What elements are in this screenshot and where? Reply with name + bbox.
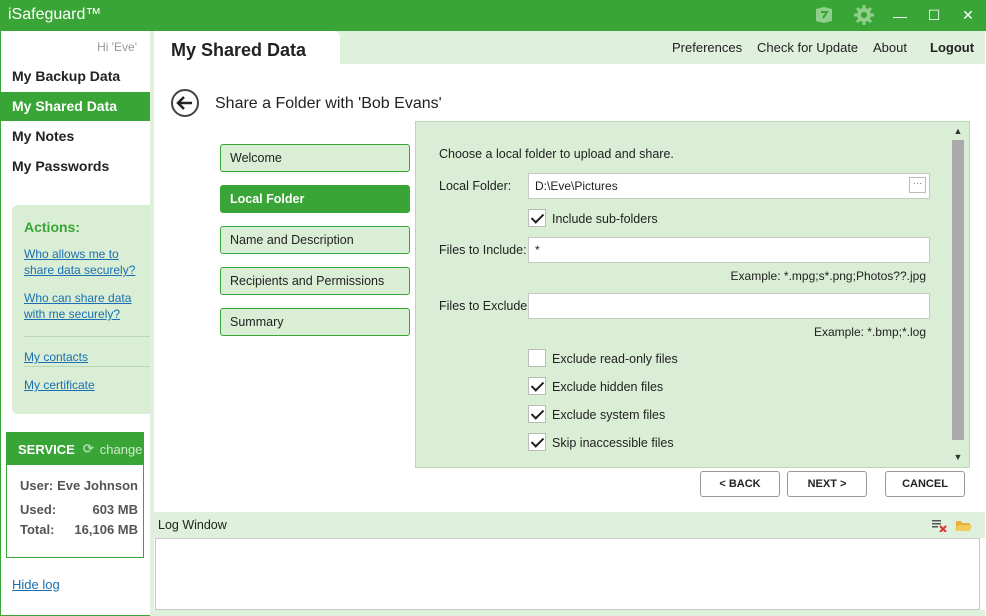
skip-inaccessible-label: Skip inaccessible files — [552, 436, 674, 450]
include-subfolders-checkbox[interactable] — [528, 209, 546, 227]
service-title: SERVICE — [18, 441, 75, 457]
service-total-label: Total: — [20, 522, 55, 537]
service-header: SERVICE ⟳ change — [7, 433, 143, 465]
service-change-link[interactable]: change — [100, 442, 143, 457]
actions-panel: Actions: Who allows me to share data sec… — [12, 205, 150, 414]
back-arrow-icon[interactable] — [171, 89, 199, 117]
minimize-button[interactable]: — — [883, 0, 917, 31]
tutorial-icon[interactable] — [812, 4, 836, 26]
log-header — [154, 512, 985, 538]
next-button[interactable]: NEXT > — [787, 471, 867, 497]
service-used-value: 603 MB — [92, 502, 138, 517]
nav-my-shared-data[interactable]: My Shared Data — [0, 92, 150, 121]
step-summary[interactable]: Summary — [220, 308, 410, 336]
log-title: Log Window — [158, 518, 227, 532]
service-used-row: Used: 603 MB — [20, 502, 138, 517]
service-panel: SERVICE ⟳ change User: Eve Johnson Used:… — [6, 432, 144, 558]
close-button[interactable]: ✕ — [951, 0, 985, 31]
include-subfolders-label: Include sub-folders — [552, 212, 658, 226]
wizard-intro: Choose a local folder to upload and shar… — [439, 147, 674, 161]
cancel-button[interactable]: CANCEL — [885, 471, 965, 497]
skip-inaccessible-checkbox[interactable] — [528, 433, 546, 451]
nav-my-passwords[interactable]: My Passwords — [0, 152, 150, 181]
step-local-folder[interactable]: Local Folder — [220, 185, 410, 213]
service-total-value: 16,106 MB — [74, 522, 138, 537]
title-bar: iSafeguard™ — ☐ ✕ — [0, 0, 986, 31]
link-who-can-share[interactable]: Who can share data with me securely? — [24, 290, 144, 322]
maximize-button[interactable]: ☐ — [917, 0, 951, 31]
local-folder-field[interactable]: D:\Eve\Pictures — [528, 173, 930, 199]
app-title: iSafeguard™ — [8, 6, 102, 23]
page-title: My Shared Data — [171, 40, 307, 60]
browse-button[interactable]: ··· — [909, 177, 926, 193]
exclude-read-only-checkbox[interactable] — [528, 349, 546, 367]
local-folder-label: Local Folder: — [439, 179, 512, 193]
hide-log-link[interactable]: Hide log — [12, 577, 60, 592]
link-my-contacts[interactable]: My contacts — [24, 349, 144, 365]
logout-link[interactable]: Logout — [930, 40, 974, 55]
step-welcome[interactable]: Welcome — [220, 144, 410, 172]
exclude-hidden-label: Exclude hidden files — [552, 380, 664, 394]
clear-log-icon[interactable] — [930, 517, 948, 533]
wizard-title: Share a Folder with 'Bob Evans' — [215, 95, 442, 112]
files-exclude-label: Files to Exclude: — [439, 299, 531, 313]
step-name-and-description[interactable]: Name and Description — [220, 226, 410, 254]
files-include-label: Files to Include: — [439, 243, 527, 257]
service-user-row: User: Eve Johnson — [20, 478, 138, 493]
service-user-value: Eve Johnson — [57, 478, 138, 493]
exclude-example: Example: *.bmp;*.log — [813, 325, 926, 339]
service-used-label: Used: — [20, 502, 57, 517]
link-my-certificate[interactable]: My certificate — [24, 377, 144, 393]
scrollbar[interactable] — [952, 140, 964, 440]
files-include-field[interactable]: * — [528, 237, 930, 263]
nav-my-backup-data[interactable]: My Backup Data — [0, 62, 150, 91]
back-button[interactable]: < BACK — [700, 471, 780, 497]
about-link[interactable]: About — [873, 40, 907, 55]
exclude-system-label: Exclude system files — [552, 408, 666, 422]
preferences-link[interactable]: Preferences — [672, 40, 742, 55]
exclude-read-only-label: Exclude read-only files — [552, 352, 678, 366]
nav-my-notes[interactable]: My Notes — [0, 122, 150, 151]
service-total-row: Total: 16,106 MB — [20, 522, 138, 537]
files-exclude-field[interactable] — [528, 293, 930, 319]
gear-icon[interactable] — [852, 4, 876, 26]
exclude-system-checkbox[interactable] — [528, 405, 546, 423]
step-recipients-and-permissions[interactable]: Recipients and Permissions — [220, 267, 410, 295]
service-user-label: User: — [20, 478, 54, 493]
open-folder-icon[interactable] — [955, 517, 973, 533]
scroll-down-icon[interactable]: ▼ — [952, 450, 964, 464]
link-who-allows-me[interactable]: Who allows me to share data securely? — [24, 246, 144, 278]
check-for-update-link[interactable]: Check for Update — [757, 40, 858, 55]
include-example: Example: *.mpg;s*.png;Photos??.jpg — [730, 269, 926, 283]
refresh-icon[interactable]: ⟳ — [83, 441, 94, 457]
actions-title: Actions: — [24, 219, 80, 235]
actions-divider — [24, 366, 150, 367]
log-bottom — [154, 610, 985, 616]
greeting: Hi 'Eve' — [97, 40, 137, 54]
exclude-hidden-checkbox[interactable] — [528, 377, 546, 395]
actions-divider — [24, 336, 150, 337]
log-area[interactable] — [155, 538, 980, 610]
scroll-up-icon[interactable]: ▲ — [952, 124, 964, 138]
